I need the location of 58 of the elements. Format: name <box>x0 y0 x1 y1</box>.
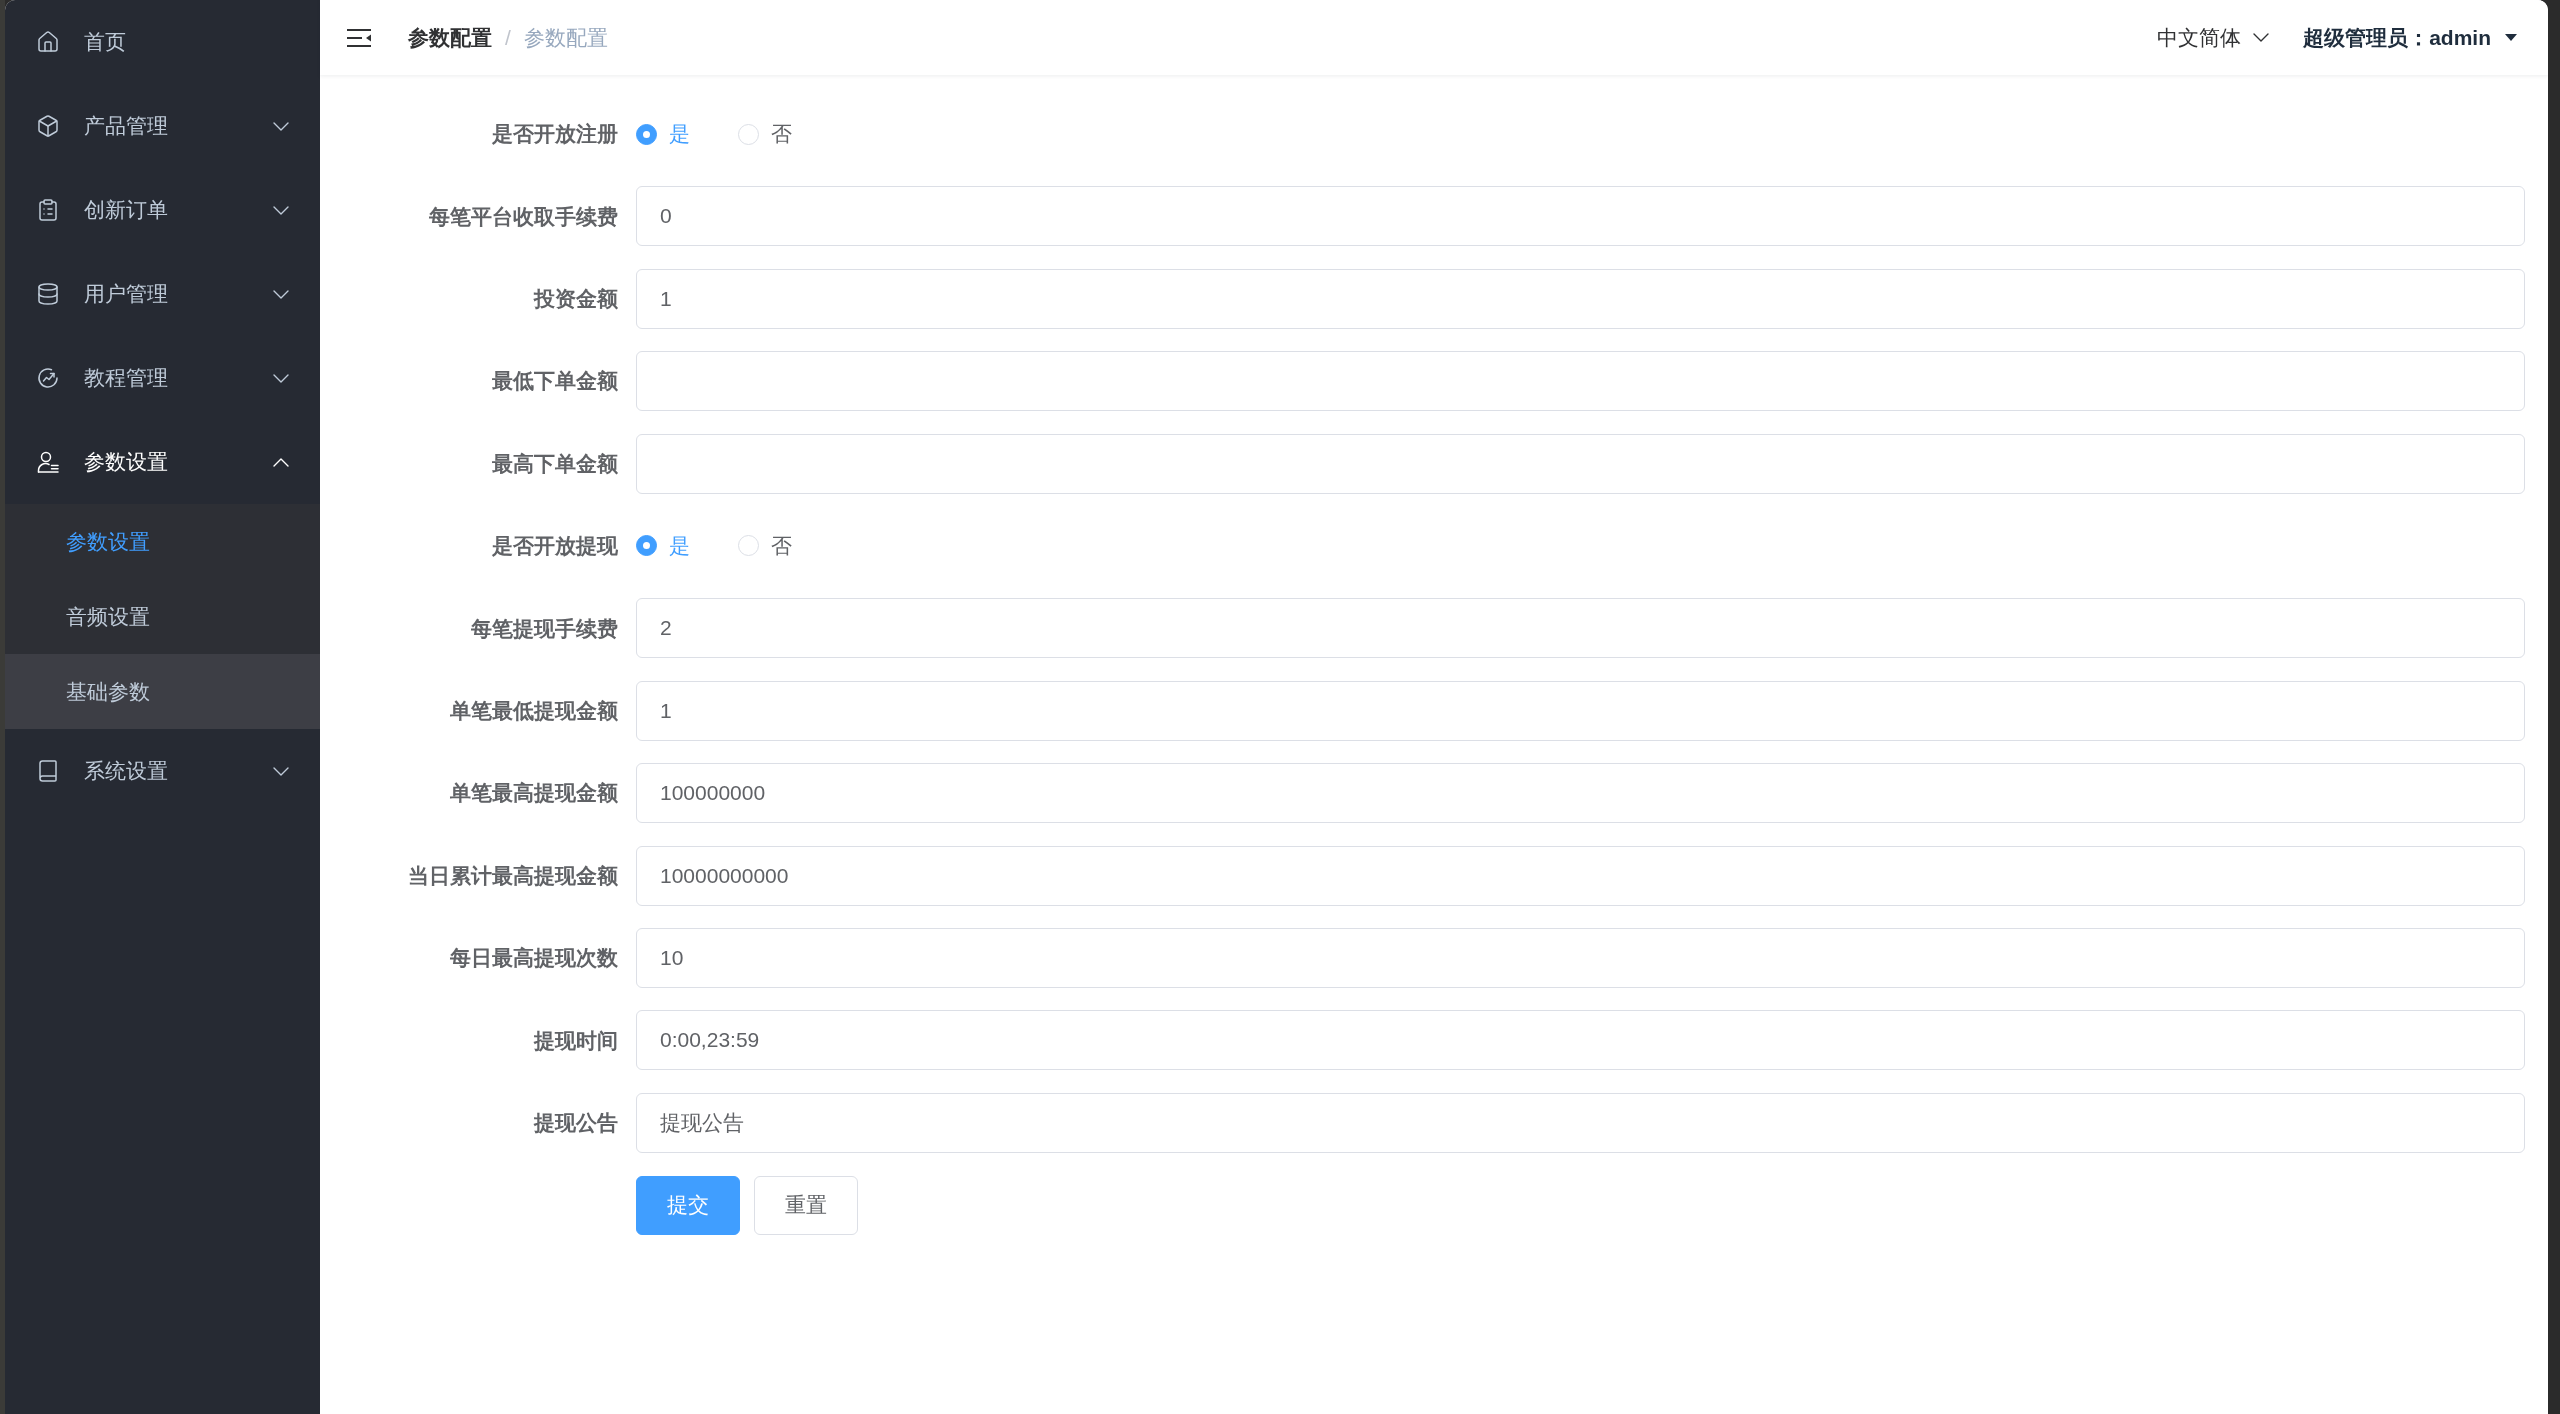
caret-down-icon <box>2505 34 2517 41</box>
field-label: 提现时间 <box>532 1027 619 1054</box>
input-field[interactable] <box>636 351 2525 412</box>
chevron-down-icon <box>2253 33 2270 42</box>
breadcrumb-link[interactable]: 参数配置 <box>408 21 492 54</box>
submenu-item[interactable]: 参数设置 <box>5 504 320 579</box>
radio-option[interactable]: 否 <box>738 118 792 150</box>
breadcrumb-separator: / <box>505 24 511 51</box>
field-label: 每笔平台收取手续费 <box>428 203 619 230</box>
input-field[interactable]: 提现公告 <box>636 1092 2525 1153</box>
field-label: 每笔提现手续费 <box>470 615 619 642</box>
chevron-down-icon <box>273 121 289 131</box>
input-field[interactable]: 10 <box>636 927 2525 988</box>
language-dropdown[interactable]: 中文简体 <box>2157 21 2270 54</box>
field-label: 提现公告 <box>532 1109 619 1136</box>
chevron-down-icon <box>273 373 289 383</box>
sidebar-item[interactable]: 系统设置 <box>5 729 320 813</box>
submenu-item[interactable]: 基础参数 <box>5 654 320 729</box>
input-field[interactable]: 0 <box>636 186 2525 247</box>
sidebar-item[interactable]: 教程管理 <box>5 336 320 420</box>
input-field[interactable]: 1 <box>636 680 2525 741</box>
field-label: 当日累计最高提现金额 <box>407 862 619 889</box>
database-icon <box>36 282 60 306</box>
input-field[interactable]: 0:00,23:59 <box>636 1010 2525 1071</box>
input-field[interactable] <box>636 433 2525 494</box>
input-field[interactable]: 1 <box>636 268 2525 329</box>
user-menu[interactable]: 超级管理员：admin <box>2303 21 2517 54</box>
field-label: 投资金额 <box>532 286 619 313</box>
field-label: 最高下单金额 <box>491 450 619 477</box>
field-label: 每日最高提现次数 <box>449 945 619 972</box>
home-icon <box>36 30 60 54</box>
submenu-item[interactable]: 音频设置 <box>5 579 320 654</box>
sidebar-item[interactable]: 用户管理 <box>5 252 320 336</box>
user-list-icon <box>36 450 60 474</box>
field-label: 最低下单金额 <box>491 368 619 395</box>
input-field[interactable]: 10000000000 <box>636 845 2525 906</box>
input-field[interactable]: 2 <box>636 598 2525 659</box>
sidebar-item[interactable]: 创新订单 <box>5 168 320 252</box>
field-label: 单笔最低提现金额 <box>449 698 619 724</box>
sidebar-item[interactable]: 产品管理 <box>5 84 320 168</box>
chevron-down-icon <box>273 766 289 776</box>
field-label: 是否开放提现 <box>491 533 619 560</box>
radio-option[interactable]: 否 <box>738 530 792 562</box>
clipboard-icon <box>36 198 60 222</box>
breadcrumb-current: 参数配置 <box>523 24 608 51</box>
input-field[interactable]: 100000000 <box>636 763 2525 824</box>
reset-button[interactable]: 重置 <box>754 1175 858 1235</box>
sidebar-item[interactable]: 首页 <box>5 0 320 84</box>
field-label: 是否开放注册 <box>491 121 619 148</box>
sidebar-item[interactable]: 参数设置 <box>5 420 320 504</box>
menu-icon[interactable] <box>347 27 371 48</box>
field-label: 单笔最高提现金额 <box>449 780 619 807</box>
chevron-down-icon <box>273 205 289 215</box>
chevron-up-icon <box>273 457 289 467</box>
cube-icon <box>36 114 60 138</box>
book-icon <box>36 759 60 783</box>
trend-circle-icon <box>36 366 60 390</box>
chevron-down-icon <box>273 289 289 299</box>
